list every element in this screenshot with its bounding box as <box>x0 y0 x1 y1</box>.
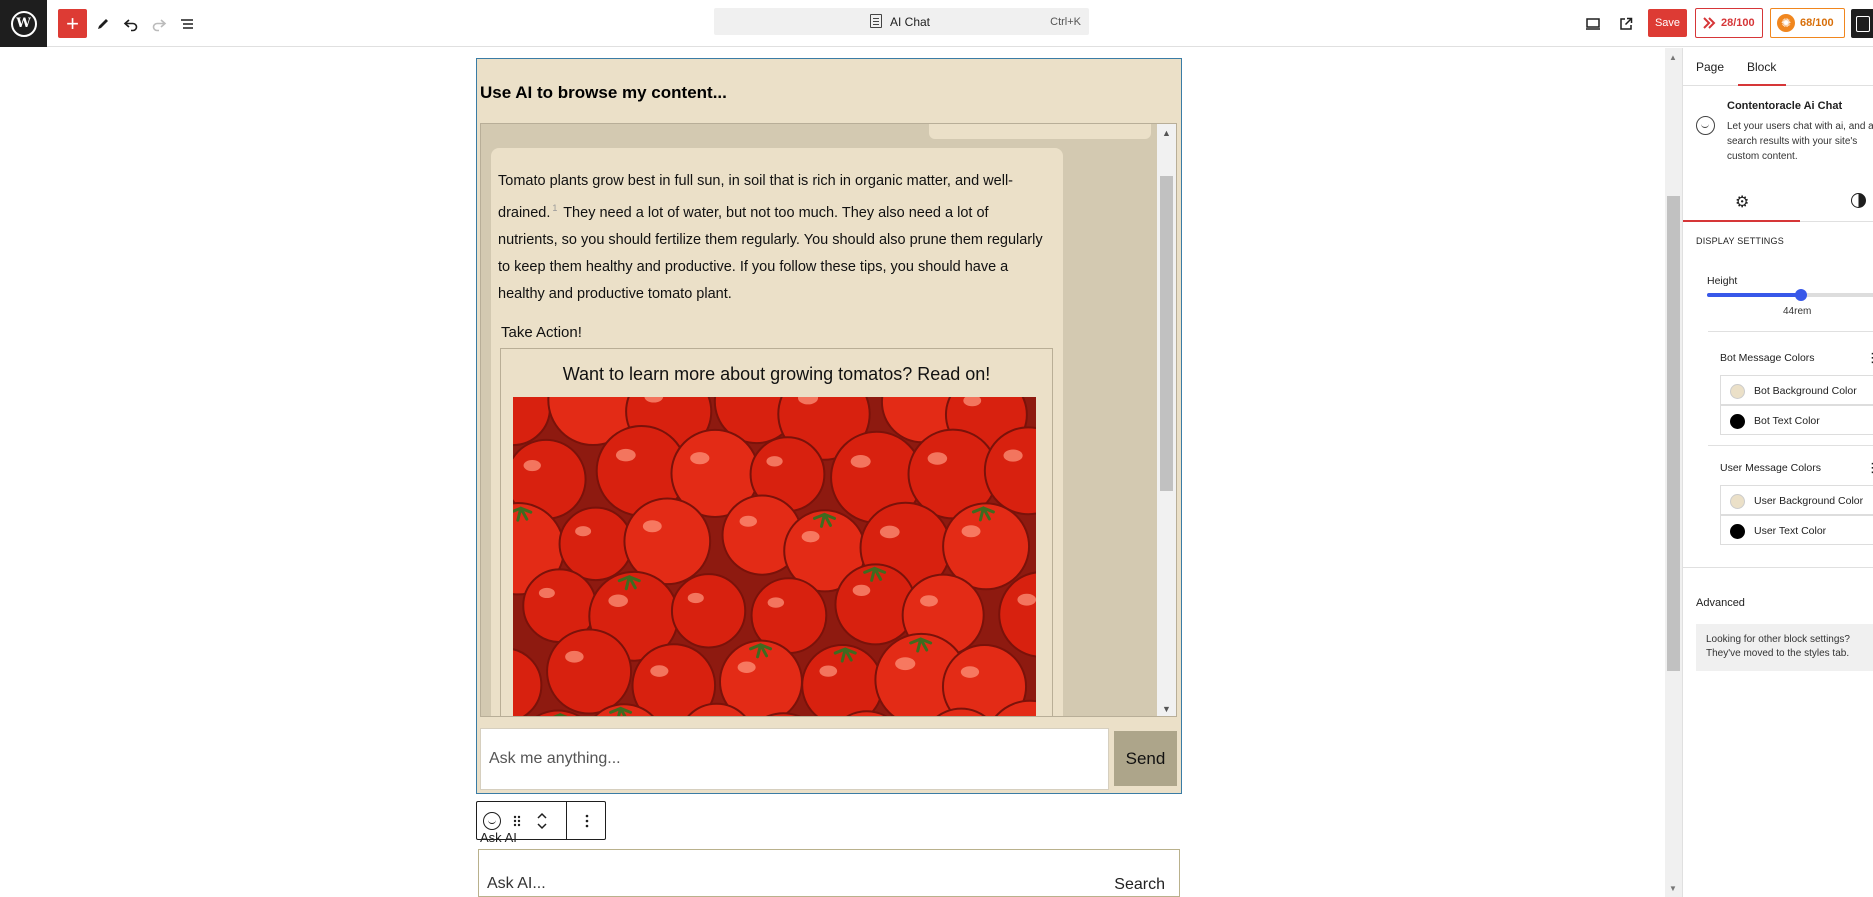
scroll-down-arrow-icon[interactable]: ▼ <box>1162 704 1171 714</box>
advanced-panel-toggle[interactable]: Advanced <box>1696 597 1745 609</box>
editor-top-toolbar: W + AI Chat Ctrl+K Save 28/100 ✺ 68/100 <box>0 0 1873 47</box>
user-text-label: User Text Color <box>1754 525 1827 537</box>
chat-input-row: Ask me anything... Send <box>480 728 1177 790</box>
bot-colors-title: Bot Message Colors <box>1720 352 1815 364</box>
settings-sidebar: Page Block Contentoracle Ai Chat Let you… <box>1682 48 1873 897</box>
sidebar-tabs: Page Block <box>1683 48 1873 86</box>
pencil-icon[interactable] <box>88 9 117 38</box>
gear-icon[interactable]: ⚙ <box>1735 192 1749 212</box>
block-inserter-plus-icon[interactable]: + <box>58 9 87 38</box>
display-settings-label: Display Settings <box>1696 236 1784 246</box>
save-button[interactable]: Save <box>1648 9 1687 37</box>
seo-plugin-icon <box>1703 17 1716 29</box>
messages-scrollbar[interactable]: ▲ ▼ <box>1157 124 1176 716</box>
user-text-color-row[interactable]: User Text Color <box>1720 515 1873 545</box>
chat-heading: Use AI to browse my content... <box>480 83 727 102</box>
bot-text-swatch <box>1730 414 1745 429</box>
half-circle-icon[interactable] <box>1851 193 1866 208</box>
block-inspector-tabs: ⚙ <box>1683 182 1873 222</box>
desktop-preview-icon[interactable] <box>1578 9 1607 38</box>
move-up-down-icon[interactable] <box>527 802 557 839</box>
tomato <box>801 644 884 716</box>
user-background-swatch <box>1730 494 1745 509</box>
user-text-swatch <box>1730 524 1745 539</box>
editor-app: W + AI Chat Ctrl+K Save 28/100 ✺ 68/100 … <box>0 0 1873 897</box>
moved-settings-notice: Looking for other block settings? They'v… <box>1696 624 1873 671</box>
ai-chat-block[interactable]: Use AI to browse my content... Tomato pl… <box>476 58 1182 794</box>
block-description: Let your users chat with ai, and ai sear… <box>1727 121 1873 162</box>
tomato <box>546 628 633 715</box>
active-inspector-tab-indicator <box>1683 220 1800 222</box>
redo-icon[interactable] <box>144 9 173 38</box>
ask-ai-input[interactable]: Ask AI... <box>487 875 546 893</box>
more-options-icon[interactable] <box>567 802 607 839</box>
chat-block-icon <box>483 811 501 830</box>
ask-ai-search-box[interactable]: Ask AI... Search <box>478 849 1180 897</box>
scroll-up-arrow-icon[interactable]: ▲ <box>1669 53 1677 62</box>
block-title: Contentoracle Ai Chat <box>1727 100 1843 112</box>
wordpress-logo-icon[interactable]: W <box>0 0 47 47</box>
height-slider[interactable] <box>1707 289 1873 301</box>
chat-input[interactable]: Ask me anything... <box>480 728 1109 790</box>
scroll-down-arrow-icon[interactable]: ▼ <box>1669 884 1677 893</box>
bot-background-label: Bot Background Color <box>1754 385 1857 397</box>
bot-background-color-row[interactable]: Bot Background Color <box>1720 375 1873 405</box>
height-slider-handle[interactable] <box>1794 289 1807 301</box>
action-card-title: Want to learn more about growing tomatos… <box>562 364 991 384</box>
user-background-label: User Background Color <box>1754 495 1864 507</box>
command-palette-bar[interactable]: AI Chat Ctrl+K <box>714 8 1089 35</box>
settings-sidebar-toggle-icon[interactable] <box>1851 9 1873 38</box>
messages-scroll-thumb[interactable] <box>1160 176 1173 491</box>
block-card: Contentoracle Ai Chat Let your users cha… <box>1683 86 1873 166</box>
bot-text-color-row[interactable]: Bot Text Color <box>1720 405 1873 435</box>
gear-icon: ✺ <box>1777 14 1795 32</box>
bot-message-part2: They need a lot of water, but not too mu… <box>498 204 1043 302</box>
citation-marker[interactable]: 1 <box>552 203 557 213</box>
bot-text-label: Bot Text Color <box>1754 415 1820 427</box>
tomatoes-image <box>513 397 1036 716</box>
ask-ai-label: Ask AI <box>480 830 517 845</box>
document-title: AI Chat <box>890 15 931 29</box>
ask-ai-search-button[interactable]: Search <box>1114 876 1165 894</box>
user-background-color-row[interactable]: User Background Color <box>1720 485 1873 515</box>
command-shortcut: Ctrl+K <box>1050 16 1081 28</box>
user-colors-title: User Message Colors <box>1720 462 1821 474</box>
chat-messages-area: Tomato plants grow best in full sun, in … <box>480 123 1177 717</box>
action-card[interactable]: Want to learn more about growing tomatos… <box>500 348 1053 716</box>
document-icon <box>870 14 882 28</box>
more-options-icon[interactable]: ⋮ <box>1866 350 1873 366</box>
tomato <box>670 573 747 649</box>
readability-score-badge[interactable]: ✺ 68/100 <box>1770 8 1845 38</box>
canvas-scrollbar[interactable]: ▲ ▼ <box>1665 48 1682 897</box>
chat-block-icon <box>1696 116 1715 135</box>
tab-page[interactable]: Page <box>1696 60 1724 74</box>
bot-message-text: Tomato plants grow best in full sun, in … <box>498 168 1048 308</box>
more-options-icon[interactable]: ⋮ <box>1866 460 1873 476</box>
send-button[interactable]: Send <box>1114 731 1177 786</box>
external-link-icon[interactable] <box>1611 9 1640 38</box>
seo-score-badge[interactable]: 28/100 <box>1695 8 1763 38</box>
tomato <box>558 506 634 582</box>
scroll-up-arrow-icon[interactable]: ▲ <box>1162 128 1171 138</box>
tomato <box>719 639 803 716</box>
canvas-scroll-thumb[interactable] <box>1667 196 1680 671</box>
height-slider-fill <box>1707 293 1801 297</box>
readability-score-value: 68/100 <box>1800 17 1834 29</box>
seo-score-value: 28/100 <box>1721 17 1755 29</box>
height-label: Height <box>1707 275 1738 287</box>
tab-block[interactable]: Block <box>1747 60 1776 74</box>
previous-user-message <box>929 124 1151 139</box>
height-value: 44rem <box>1783 306 1812 317</box>
take-action-label: Take Action! <box>501 324 582 341</box>
list-view-icon[interactable] <box>172 9 201 38</box>
undo-icon[interactable] <box>116 9 145 38</box>
bot-background-swatch <box>1730 384 1745 399</box>
bot-message: Tomato plants grow best in full sun, in … <box>491 148 1063 716</box>
